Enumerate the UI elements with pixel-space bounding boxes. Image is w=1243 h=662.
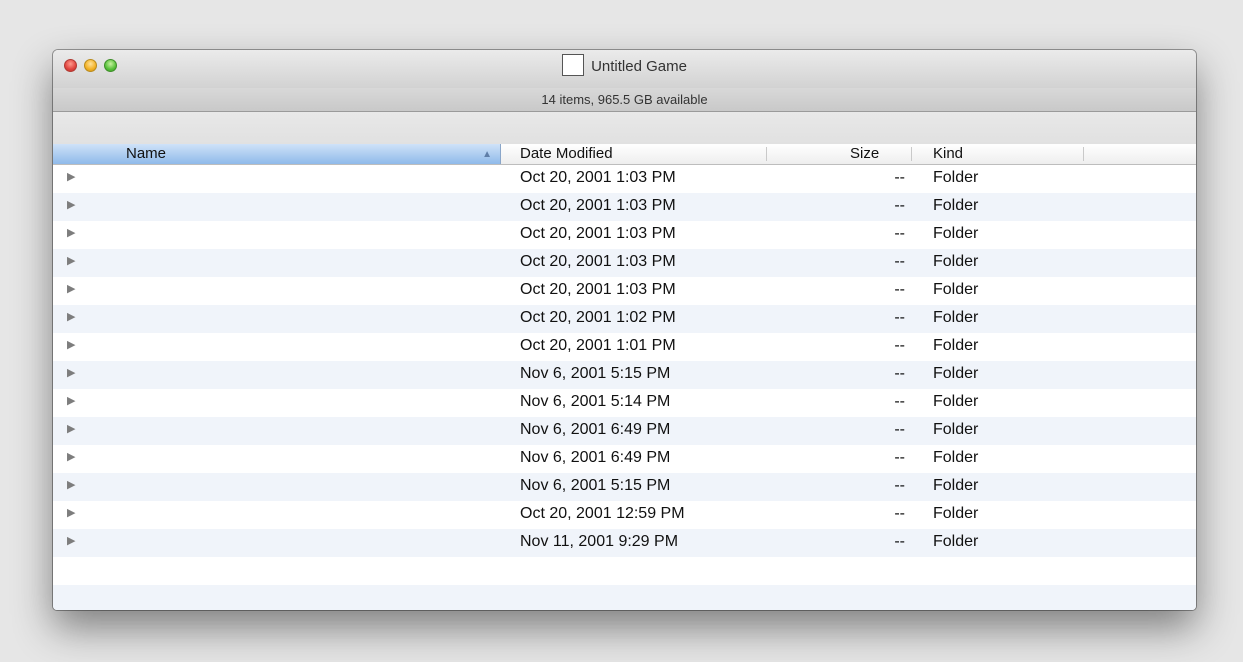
kind-cell: Folder xyxy=(933,169,979,186)
kind-cell: Folder xyxy=(933,309,979,326)
date-cell: Oct 20, 2001 1:03 PM xyxy=(520,197,676,214)
disclosure-triangle-icon[interactable]: ▶ xyxy=(67,366,75,379)
disclosure-triangle-icon[interactable]: ▶ xyxy=(67,338,75,351)
table-row[interactable]: ▶ Nov 6, 2001 5:15 PM -- Folder xyxy=(53,361,1196,389)
column-divider[interactable] xyxy=(911,147,912,161)
disclosure-triangle-icon[interactable]: ▶ xyxy=(67,170,75,183)
table-row[interactable]: ▶ Oct 20, 2001 1:03 PM -- Folder xyxy=(53,221,1196,249)
date-cell: Oct 20, 2001 1:01 PM xyxy=(520,337,676,354)
column-divider[interactable] xyxy=(766,147,767,161)
file-list: ▶ Oct 20, 2001 1:03 PM -- Folder ▶ Oct 20, 20… xyxy=(53,165,1196,610)
disclosure-triangle-icon[interactable]: ▶ xyxy=(67,310,75,323)
kind-cell: Folder xyxy=(933,253,979,270)
kind-cell: Folder xyxy=(933,449,979,466)
kind-cell: Folder xyxy=(933,281,979,298)
kind-cell: Folder xyxy=(933,477,979,494)
kind-cell: Folder xyxy=(933,393,979,410)
kind-cell: Folder xyxy=(933,533,979,550)
disclosure-triangle-icon[interactable]: ▶ xyxy=(67,506,75,519)
disclosure-triangle-icon[interactable]: ▶ xyxy=(67,282,75,295)
empty-row xyxy=(53,585,1196,610)
size-cell: -- xyxy=(894,253,905,270)
date-cell: Oct 20, 2001 1:03 PM xyxy=(520,169,676,186)
window-title-group: Untitled Game xyxy=(53,54,1196,78)
status-bar: 14 items, 965.5 GB available xyxy=(53,88,1196,112)
disclosure-triangle-icon[interactable]: ▶ xyxy=(67,478,75,491)
table-row[interactable]: ▶ Oct 20, 2001 1:03 PM -- Folder xyxy=(53,193,1196,221)
document-icon[interactable] xyxy=(562,54,585,76)
size-cell: -- xyxy=(894,169,905,186)
date-cell: Oct 20, 2001 1:03 PM xyxy=(520,281,676,298)
date-cell: Nov 11, 2001 9:29 PM xyxy=(520,533,679,550)
column-divider[interactable] xyxy=(1083,147,1084,161)
size-cell: -- xyxy=(894,505,905,522)
table-row[interactable]: ▶ Nov 6, 2001 5:14 PM -- Folder xyxy=(53,389,1196,417)
size-cell: -- xyxy=(894,281,905,298)
size-cell: -- xyxy=(894,225,905,242)
table-row[interactable]: ▶ Oct 20, 2001 1:03 PM -- Folder xyxy=(53,249,1196,277)
disclosure-triangle-icon[interactable]: ▶ xyxy=(67,534,75,547)
disclosure-triangle-icon[interactable]: ▶ xyxy=(67,394,75,407)
finder-window: Untitled Game 14 items, 965.5 GB availab… xyxy=(53,50,1196,610)
column-header-name[interactable]: Name ▲ xyxy=(53,144,501,164)
size-cell: -- xyxy=(894,477,905,494)
table-row[interactable]: ▶ Nov 6, 2001 6:49 PM -- Folder xyxy=(53,417,1196,445)
table-row[interactable]: ▶ Nov 6, 2001 6:49 PM -- Folder xyxy=(53,445,1196,473)
date-cell: Nov 6, 2001 5:14 PM xyxy=(520,393,671,410)
kind-cell: Folder xyxy=(933,421,979,438)
kind-cell: Folder xyxy=(933,225,979,242)
date-cell: Nov 6, 2001 5:15 PM xyxy=(520,365,671,382)
table-row[interactable]: ▶ Oct 20, 2001 1:03 PM -- Folder xyxy=(53,277,1196,305)
disclosure-triangle-icon[interactable]: ▶ xyxy=(67,226,75,239)
size-cell: -- xyxy=(894,337,905,354)
date-cell: Nov 6, 2001 6:49 PM xyxy=(520,421,671,438)
date-cell: Oct 20, 2001 1:02 PM xyxy=(520,309,676,326)
size-cell: -- xyxy=(894,309,905,326)
table-row[interactable]: ▶ Nov 11, 2001 9:29 PM -- Folder xyxy=(53,529,1196,557)
kind-cell: Folder xyxy=(933,337,979,354)
table-row[interactable]: ▶ Oct 20, 2001 1:01 PM -- Folder xyxy=(53,333,1196,361)
table-row[interactable]: ▶ Oct 20, 2001 1:03 PM -- Folder xyxy=(53,165,1196,193)
column-header-date[interactable]: Date Modified xyxy=(520,145,613,163)
disclosure-triangle-icon[interactable]: ▶ xyxy=(67,198,75,211)
disclosure-triangle-icon[interactable]: ▶ xyxy=(67,422,75,435)
column-header-name-label: Name xyxy=(126,145,167,162)
date-cell: Oct 20, 2001 12:59 PM xyxy=(520,505,685,522)
kind-cell: Folder xyxy=(933,505,979,522)
disclosure-triangle-icon[interactable]: ▶ xyxy=(67,450,75,463)
date-cell: Nov 6, 2001 5:15 PM xyxy=(520,477,671,494)
size-cell: -- xyxy=(894,365,905,382)
table-row[interactable]: ▶ Nov 6, 2001 5:15 PM -- Folder xyxy=(53,473,1196,501)
title-bar[interactable]: Untitled Game xyxy=(53,50,1196,89)
size-cell: -- xyxy=(894,197,905,214)
date-cell: Oct 20, 2001 1:03 PM xyxy=(520,253,676,270)
date-cell: Oct 20, 2001 1:03 PM xyxy=(520,225,676,242)
status-text: 14 items, 965.5 GB available xyxy=(541,92,708,107)
kind-cell: Folder xyxy=(933,365,979,382)
table-row[interactable]: ▶ Oct 20, 2001 1:02 PM -- Folder xyxy=(53,305,1196,333)
sort-ascending-icon: ▲ xyxy=(482,149,492,160)
empty-row xyxy=(53,557,1196,585)
size-cell: -- xyxy=(894,533,905,550)
column-header-row: Name ▲ Date Modified Size Kind xyxy=(53,144,1196,165)
column-header-size[interactable]: Size xyxy=(850,145,879,163)
disclosure-triangle-icon[interactable]: ▶ xyxy=(67,254,75,267)
kind-cell: Folder xyxy=(933,197,979,214)
size-cell: -- xyxy=(894,421,905,438)
table-row[interactable]: ▶ Oct 20, 2001 12:59 PM -- Folder xyxy=(53,501,1196,529)
toolbar-area xyxy=(53,112,1196,144)
size-cell: -- xyxy=(894,449,905,466)
window-title: Untitled Game xyxy=(591,58,687,75)
size-cell: -- xyxy=(894,393,905,410)
date-cell: Nov 6, 2001 6:49 PM xyxy=(520,449,671,466)
column-header-kind[interactable]: Kind xyxy=(933,145,963,163)
